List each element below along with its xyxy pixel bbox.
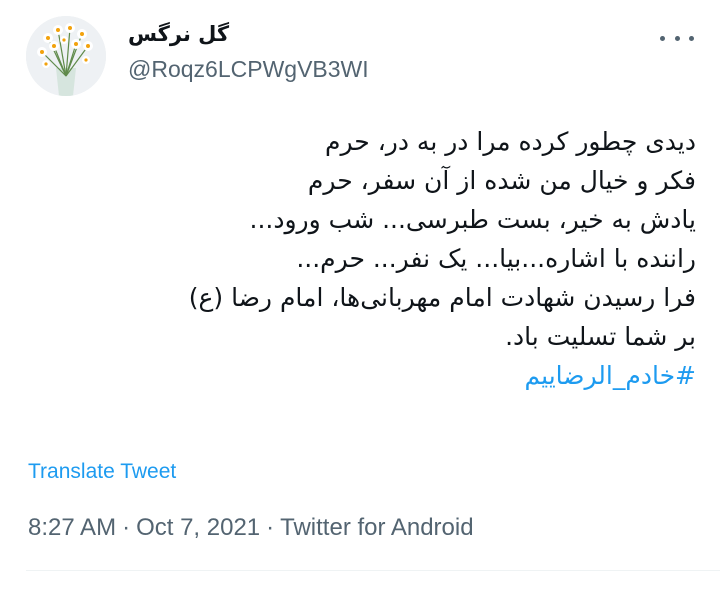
tweet-metadata: 8:27 AM · Oct 7, 2021 · Twitter for Android <box>28 514 474 542</box>
tweet-date[interactable]: Oct 7, 2021 <box>136 514 260 541</box>
more-dots-icon <box>660 35 665 41</box>
tweet-text-line: یادش به خیر، بست طبرسی... شب ورود... <box>249 205 696 234</box>
tweet-text-line: فرا رسیدن شهادت امام مهربانی‌ها، امام رض… <box>188 283 696 312</box>
tweet-time[interactable]: 8:27 AM <box>28 514 116 541</box>
tweet-text-line: دیدی چطور کرده مرا در به در، حرم <box>325 127 696 156</box>
separator: · <box>122 514 131 541</box>
more-options-button[interactable] <box>660 26 694 50</box>
author-display-name[interactable]: گل نرگس <box>128 22 229 46</box>
tweet-text-line: بر شما تسلیت باد. <box>505 322 696 351</box>
tweet-text-line: راننده با اشاره...بیا... یک نفر... حرم..… <box>296 244 696 273</box>
daffodil-avatar-image <box>26 16 106 96</box>
author-handle[interactable]: @Roqz6LCPWgVB3WI <box>128 56 369 83</box>
more-dots-icon <box>674 35 680 41</box>
tweet-text-line: فکر و خیال من شده از آن سفر، حرم <box>307 166 696 195</box>
more-dots-icon <box>689 35 694 41</box>
separator: · <box>266 514 275 541</box>
translate-tweet-link[interactable]: Translate Tweet <box>28 460 176 484</box>
avatar[interactable] <box>26 16 106 96</box>
hashtag-link[interactable]: #خادم_الرضاییم <box>36 356 696 395</box>
divider <box>26 570 720 571</box>
tweet-text: دیدی چطور کرده مرا در به در، حرم فکر و خ… <box>36 122 696 395</box>
tweet-source[interactable]: Twitter for Android <box>280 514 473 541</box>
